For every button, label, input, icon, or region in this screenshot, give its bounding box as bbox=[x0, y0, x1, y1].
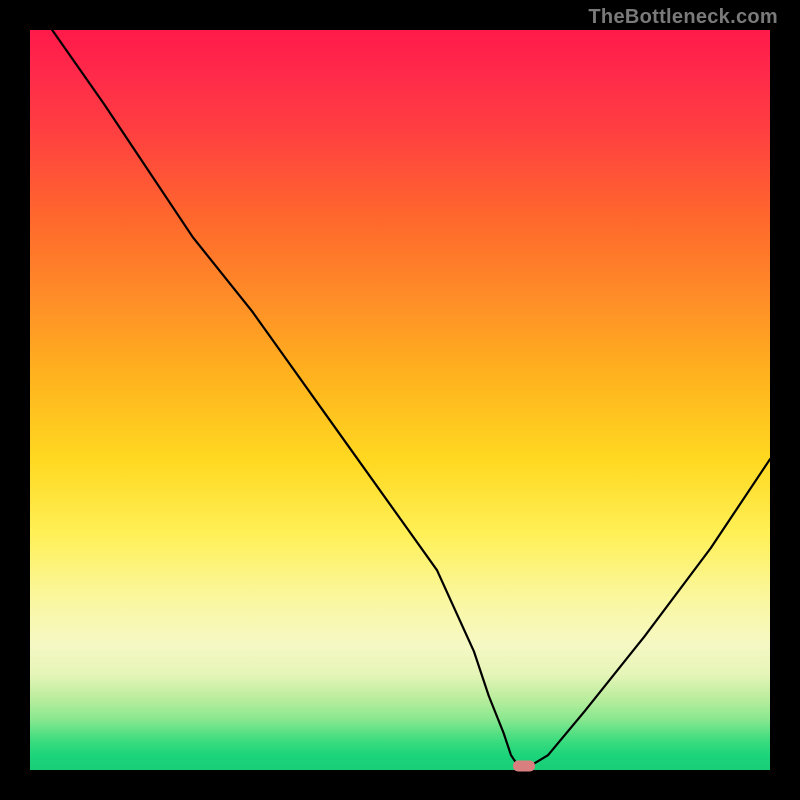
curve-svg bbox=[30, 30, 770, 770]
bottleneck-curve bbox=[52, 30, 770, 766]
optimal-marker bbox=[513, 761, 535, 772]
chart-canvas: TheBottleneck.com bbox=[0, 0, 800, 800]
plot-area bbox=[30, 30, 770, 770]
watermark-text: TheBottleneck.com bbox=[588, 6, 778, 29]
